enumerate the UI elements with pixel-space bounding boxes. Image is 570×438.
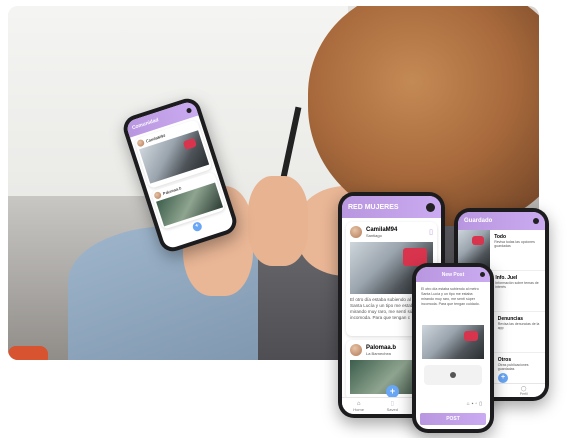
avatar [136,138,146,148]
menu-icon [185,106,193,114]
post-user: CamilaM94 [366,226,398,233]
bookmark-icon: ▯ [390,401,394,407]
photo-hand-right [248,176,308,266]
nav-home[interactable]: ⌂ Home [353,401,364,412]
nav-label: Saved [386,407,398,412]
post-user: Palomaa.b [366,344,397,351]
menu-icon [426,202,435,212]
saved-item-desc: Información sobre temas de interés [495,281,539,289]
nav-saved[interactable]: ▯Saved [387,400,398,412]
saved-item-desc: Revisa todas las opciones guardadas [494,240,535,248]
new-post-title: New Post [441,271,465,278]
saved-item-desc: Revisa las denuncias de la app [497,322,540,330]
sign-shape [182,137,197,151]
nav-perfil[interactable]: ◯Perfil [520,386,528,396]
post-location: La Barnechea [366,350,391,356]
hand-phone-title: Comunidad [131,117,160,132]
menu-icon [533,218,539,224]
attach-icon[interactable]: ▯ [479,401,484,407]
post-location: Santiago [366,232,382,238]
avatar [153,190,163,200]
add-image-slot[interactable] [424,365,482,385]
sign-shape [472,236,485,245]
app-title: RED MUJERES [348,203,399,211]
post-button[interactable]: POST [420,413,486,425]
saved-title: Guardado [464,218,493,224]
attach-toolbar[interactable]: ⌂▪▫▯ [467,401,484,407]
photo-sock [8,346,48,360]
sign-shape [464,331,478,341]
new-post-image [422,325,484,359]
menu-icon [480,272,485,277]
avatar [350,226,362,238]
saved-item-desc: Otras publicaciones guardadas [497,363,529,371]
new-post-phone: New Post El otro día estaba subiendo al … [412,263,494,433]
add-post-button[interactable]: + [191,221,203,233]
new-post-text[interactable]: El otro día estaba subiendo al metro San… [416,282,490,322]
bookmark-icon[interactable]: ▯ [429,228,433,236]
add-icon [450,372,456,378]
nav-label: Home [353,406,364,412]
nav-label: Perfil [519,391,528,396]
add-post-button[interactable]: + [498,373,508,383]
avatar [350,344,362,356]
